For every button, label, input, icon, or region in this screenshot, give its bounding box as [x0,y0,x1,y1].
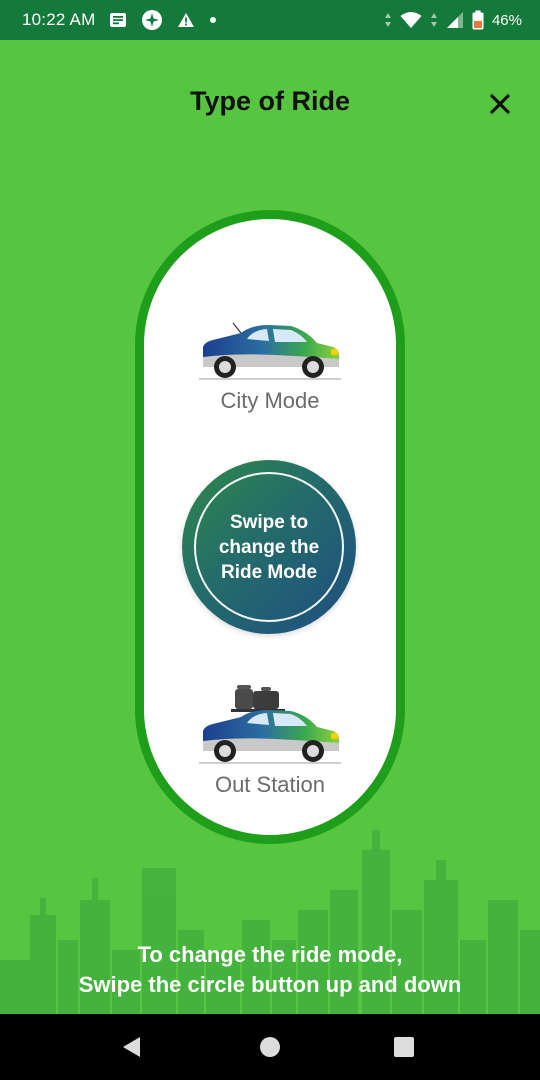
warning-icon [177,12,195,28]
dot-icon [209,16,217,24]
out-station-mode-option[interactable]: Out Station [144,679,396,798]
instruction-text: To change the ride mode, Swipe the circl… [0,940,540,1000]
battery-percent: 46% [491,11,522,29]
compass-icon [141,9,163,31]
out-station-label: Out Station [214,772,326,797]
status-time: 10:22 AM [22,10,96,29]
instruction-line-2: Swipe the circle button up and down [78,972,462,997]
car-icon [199,322,341,380]
notes-icon [109,12,127,28]
swipe-line-2: change the [218,536,320,558]
back-icon [123,1037,140,1057]
back-button[interactable] [102,1014,162,1080]
wifi-icon [400,11,422,29]
swipe-line-1: Swipe to [229,511,309,533]
swipe-line-3: Ride Mode [220,561,318,583]
page-title: Type of Ride [189,86,350,116]
city-mode-option[interactable]: City Mode [144,317,396,414]
swipe-circle-text: Swipe to change the Ride Mode [194,472,344,622]
navigation-bar [0,1014,540,1080]
close-button[interactable] [484,88,516,120]
status-bar: 10:22 AM 46% [0,0,540,40]
home-button[interactable] [240,1014,300,1080]
city-mode-label: City Mode [220,388,320,413]
ride-mode-track: City Mode Swipe to change the Ride Mode [135,210,405,844]
signal-icon [446,11,464,29]
data-arrows-icon [384,12,392,28]
close-icon [490,94,510,114]
battery-icon [472,10,484,30]
recents-button[interactable] [374,1014,434,1080]
recents-icon [394,1037,414,1057]
instruction-line-1: To change the ride mode, [137,942,403,967]
home-icon [260,1037,280,1057]
car-with-luggage-icon [199,685,341,764]
swipe-circle-button[interactable]: Swipe to change the Ride Mode [182,460,356,634]
data-arrows-icon-2 [430,12,438,28]
